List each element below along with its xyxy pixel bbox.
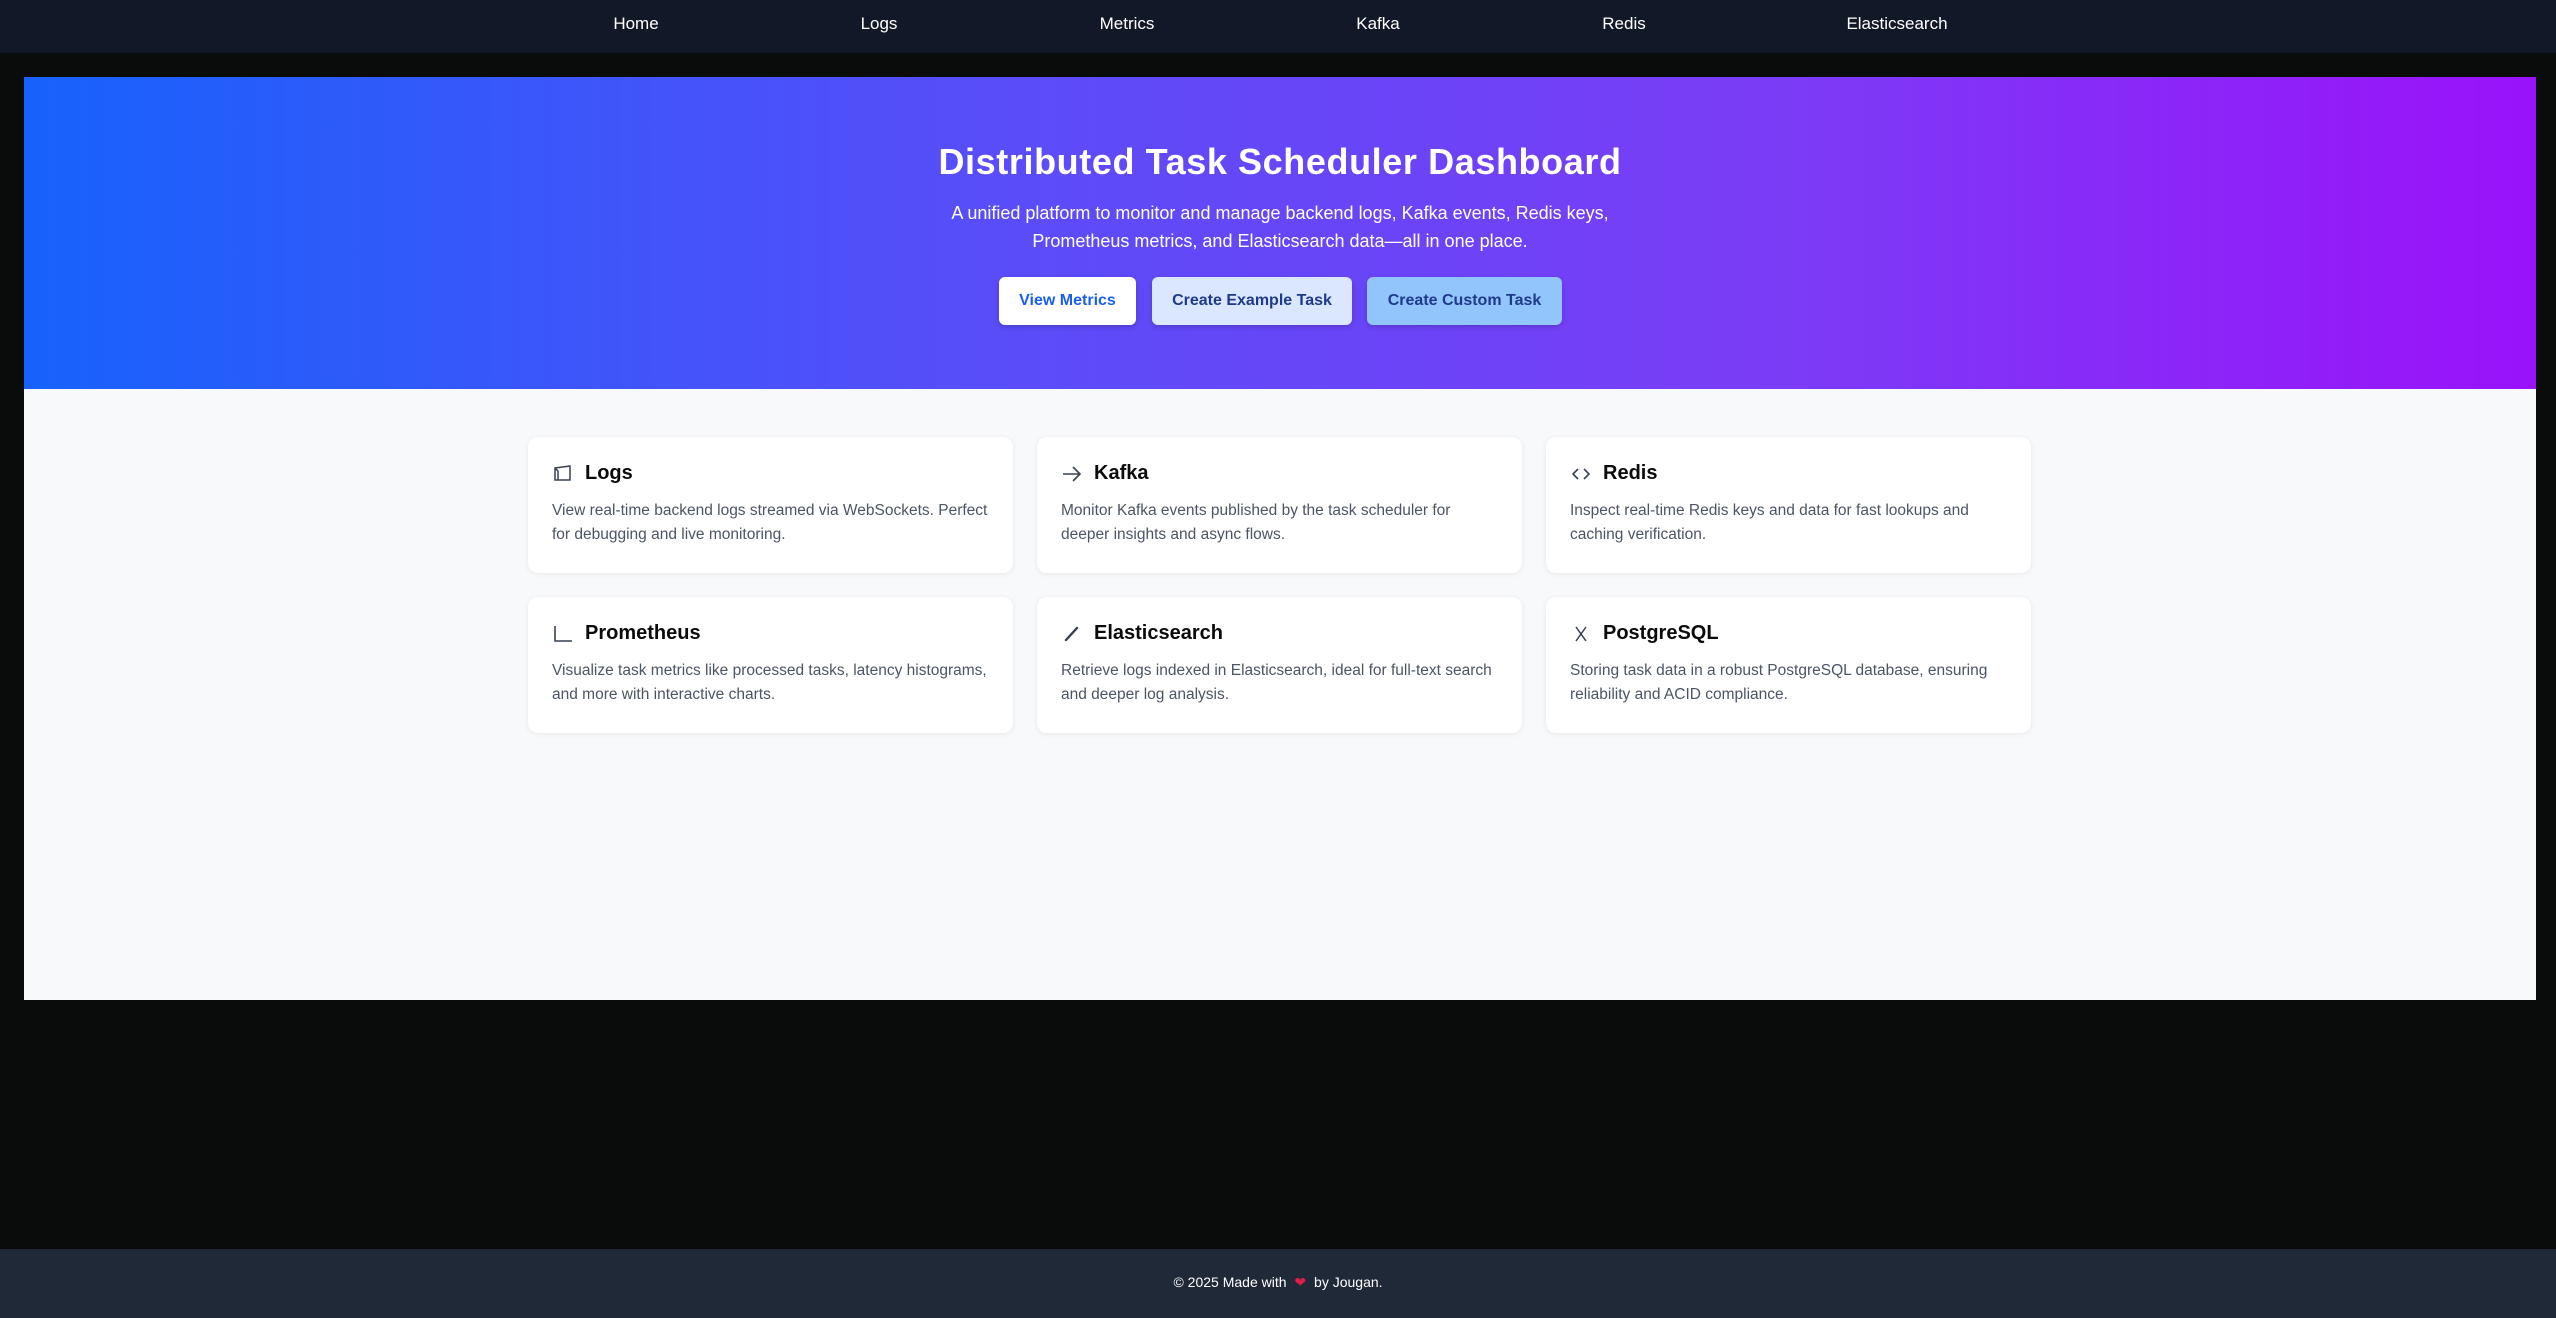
card-prometheus[interactable]: Prometheus Visualize task metrics like p… bbox=[528, 597, 1013, 733]
chart-axis-icon bbox=[552, 623, 574, 645]
card-title: Kafka bbox=[1094, 462, 1149, 484]
nav-home-link[interactable]: Home bbox=[613, 0, 658, 48]
card-title: Redis bbox=[1603, 462, 1658, 484]
folder-icon bbox=[552, 463, 574, 485]
hero-banner: Distributed Task Scheduler Dashboard A u… bbox=[24, 77, 2536, 389]
pen-icon bbox=[1061, 623, 1083, 645]
card-postgresql[interactable]: PostgreSQL Storing task data in a robust… bbox=[1546, 597, 2031, 733]
heart-icon: ❤ bbox=[1294, 1274, 1307, 1290]
card-description: Storing task data in a robust PostgreSQL… bbox=[1570, 662, 1988, 703]
card-title: Elasticsearch bbox=[1094, 622, 1223, 644]
create-custom-task-button[interactable]: Create Custom Task bbox=[1367, 277, 1562, 325]
nav-logs-link[interactable]: Logs bbox=[861, 0, 898, 48]
card-kafka[interactable]: Kafka Monitor Kafka events published by … bbox=[1037, 437, 1522, 573]
card-description: Retrieve logs indexed in Elasticsearch, … bbox=[1061, 662, 1492, 703]
nav-elasticsearch-link[interactable]: Elasticsearch bbox=[1846, 0, 1947, 48]
card-elasticsearch[interactable]: Elasticsearch Retrieve logs indexed in E… bbox=[1037, 597, 1522, 733]
card-description: Visualize task metrics like processed ta… bbox=[552, 662, 987, 703]
create-example-task-button[interactable]: Create Example Task bbox=[1152, 277, 1352, 325]
card-description: Monitor Kafka events published by the ta… bbox=[1061, 502, 1451, 543]
nav-metrics-link[interactable]: Metrics bbox=[1100, 0, 1155, 48]
card-title: Prometheus bbox=[585, 622, 701, 644]
page-title: Distributed Task Scheduler Dashboard bbox=[938, 141, 1622, 182]
footer-suffix: by Jougan. bbox=[1314, 1274, 1383, 1290]
nav-redis-link[interactable]: Redis bbox=[1602, 0, 1645, 48]
card-redis[interactable]: Redis Inspect real-time Redis keys and d… bbox=[1546, 437, 2031, 573]
card-description: Inspect real-time Redis keys and data fo… bbox=[1570, 502, 1969, 543]
view-metrics-button[interactable]: View Metrics bbox=[999, 277, 1136, 325]
x-icon bbox=[1570, 623, 1592, 645]
card-title: Logs bbox=[585, 462, 633, 484]
nav-kafka-link[interactable]: Kafka bbox=[1356, 0, 1399, 48]
card-description: View real-time backend logs streamed via… bbox=[552, 502, 988, 543]
top-navigation: Home Logs Metrics Kafka Redis Elasticsea… bbox=[0, 0, 2556, 53]
card-logs[interactable]: Logs View real-time backend logs streame… bbox=[528, 437, 1013, 573]
code-icon bbox=[1570, 463, 1592, 485]
footer: © 2025 Made with ❤ by Jougan. bbox=[0, 1249, 2556, 1318]
card-title: PostgreSQL bbox=[1603, 622, 1719, 644]
main-panel: Distributed Task Scheduler Dashboard A u… bbox=[24, 77, 2536, 1000]
arrow-right-icon bbox=[1061, 463, 1083, 485]
hero-subtitle: A unified platform to monitor and manage… bbox=[951, 203, 1609, 251]
footer-prefix: © 2025 Made with bbox=[1173, 1274, 1287, 1290]
